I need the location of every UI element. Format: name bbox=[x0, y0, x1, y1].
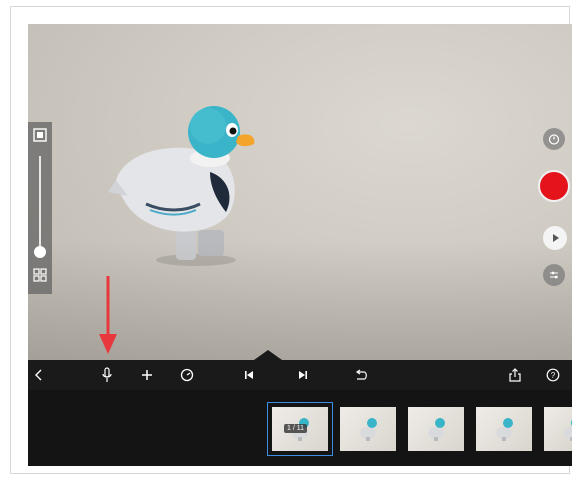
speedometer-icon bbox=[180, 368, 194, 382]
back-button[interactable] bbox=[28, 364, 50, 386]
timer-button[interactable] bbox=[543, 128, 565, 150]
filmstrip-frame[interactable] bbox=[408, 407, 464, 451]
chevron-left-icon bbox=[35, 369, 42, 381]
microphone-icon bbox=[102, 367, 112, 382]
previous-frame-button[interactable] bbox=[238, 364, 260, 386]
onion-skin-handle[interactable] bbox=[34, 246, 46, 258]
frame-thumbnail bbox=[496, 418, 513, 441]
plus-icon bbox=[142, 370, 152, 380]
svg-text:?: ? bbox=[551, 371, 556, 380]
skip-forward-icon bbox=[299, 371, 307, 379]
undo-icon bbox=[355, 369, 367, 380]
microphone-button[interactable] bbox=[96, 364, 118, 386]
filmstrip-frame[interactable] bbox=[476, 407, 532, 451]
record-button[interactable] bbox=[538, 170, 570, 202]
help-button[interactable]: ? bbox=[542, 364, 564, 386]
sliders-icon bbox=[550, 271, 558, 279]
annotation-arrow bbox=[99, 276, 117, 354]
play-button[interactable] bbox=[543, 226, 567, 250]
onion-skin-track[interactable] bbox=[39, 156, 41, 252]
undo-button[interactable] bbox=[350, 364, 372, 386]
frame-counter: 1 / 11 bbox=[284, 424, 307, 433]
playhead-notch bbox=[254, 350, 282, 360]
multi-frame-icon bbox=[33, 268, 47, 282]
duck-figure bbox=[108, 106, 255, 266]
speed-button[interactable] bbox=[176, 364, 198, 386]
skip-back-icon bbox=[245, 371, 253, 379]
onion-skin-slider[interactable] bbox=[28, 122, 52, 294]
add-button[interactable] bbox=[136, 364, 158, 386]
filmstrip-frame[interactable] bbox=[544, 407, 572, 451]
play-icon bbox=[553, 234, 559, 242]
frame-thumbnail bbox=[564, 420, 572, 441]
help-icon: ? bbox=[546, 368, 560, 382]
single-frame-icon bbox=[33, 128, 47, 142]
next-frame-button[interactable] bbox=[292, 364, 314, 386]
frame-thumbnail bbox=[428, 418, 445, 441]
share-button[interactable] bbox=[504, 364, 526, 386]
filmstrip-frame[interactable]: 1 / 11 bbox=[267, 402, 333, 456]
filmstrip-frame[interactable] bbox=[340, 407, 396, 451]
settings-button[interactable] bbox=[543, 264, 565, 286]
share-icon bbox=[509, 368, 521, 382]
frame-thumbnail bbox=[360, 418, 377, 441]
timer-icon bbox=[548, 134, 560, 145]
